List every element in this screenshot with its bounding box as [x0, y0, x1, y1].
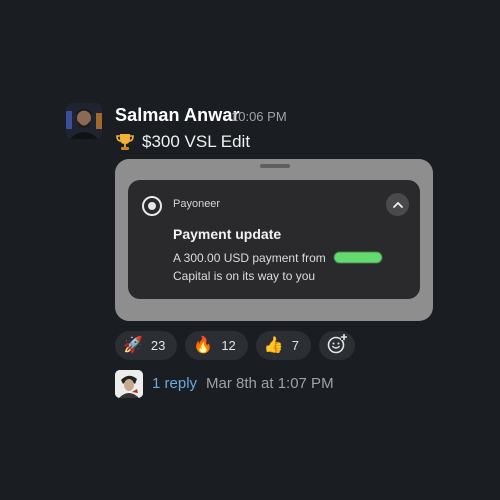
message-body: $300 VSL Edit — [142, 132, 251, 151]
thread-last-reply-time: Mar 8th at 1:07 PM — [206, 375, 334, 392]
reply-avatar[interactable] — [115, 370, 143, 398]
sender-avatar[interactable] — [66, 103, 102, 139]
sender-name[interactable]: Salman Anwar — [115, 105, 240, 126]
thread-reply-link[interactable]: 1 reply — [152, 375, 197, 392]
add-reaction-button[interactable] — [318, 331, 355, 360]
reaction-thumbs-up[interactable]: 👍 7 — [255, 331, 311, 360]
notification-app-name: Payoneer — [173, 198, 221, 210]
payoneer-notification: Payoneer Payment update A 300.00 USD pay… — [128, 180, 420, 299]
rocket-icon: 🚀 — [123, 336, 143, 354]
redaction-mark — [334, 252, 382, 263]
thumbs-up-icon: 👍 — [263, 336, 284, 354]
reaction-count: 12 — [221, 338, 236, 353]
payoneer-icon — [142, 196, 162, 216]
add-emoji-icon — [327, 333, 348, 357]
chevron-up-icon — [386, 193, 409, 216]
notification-body-line2: Capital is on its way to you — [173, 269, 316, 283]
fire-icon: 🔥 — [193, 336, 214, 354]
reaction-count: 7 — [291, 338, 299, 353]
drag-handle — [260, 164, 290, 168]
notification-title: Payment update — [173, 226, 282, 242]
reaction-rocket[interactable]: 🚀 23 — [115, 331, 178, 360]
reaction-fire[interactable]: 🔥 12 — [185, 331, 248, 360]
message-text: $300 VSL Edit — [115, 132, 250, 152]
trophy-icon — [115, 132, 135, 152]
message-timestamp[interactable]: 10:06 PM — [231, 109, 287, 124]
reactions-bar: 🚀 23 🔥 12 👍 7 — [115, 331, 355, 360]
message: Salman Anwar 10:06 PM $300 VSL Edit Payo… — [0, 0, 500, 500]
image-attachment[interactable]: Payoneer Payment update A 300.00 USD pay… — [115, 159, 433, 321]
reaction-count: 23 — [150, 338, 166, 353]
